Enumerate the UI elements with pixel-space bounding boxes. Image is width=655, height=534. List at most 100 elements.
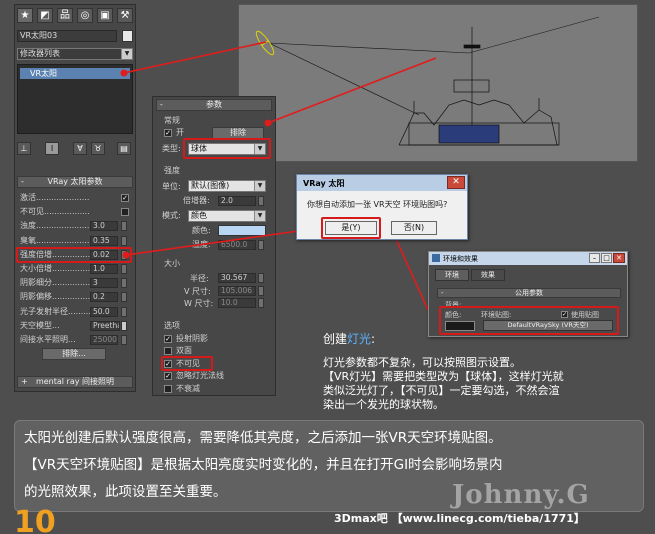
display-tab-icon[interactable]: ▣ xyxy=(97,8,113,23)
unit-dropdown[interactable]: 默认(图像) ▼ xyxy=(188,180,266,192)
sun-param-label: 不可见................... xyxy=(20,207,90,217)
radius-spinner[interactable]: 30.567 xyxy=(218,273,256,283)
mode-dropdown[interactable]: 颜色 ▼ xyxy=(188,210,266,222)
radius-spinner-arrows[interactable] xyxy=(258,273,264,283)
exclude-button[interactable]: 排除... xyxy=(42,348,106,360)
intensity-group-label: 强度 xyxy=(164,166,180,175)
viewport[interactable] xyxy=(238,4,638,162)
temperature-spinner[interactable]: 6500.0 xyxy=(218,240,256,250)
building-model xyxy=(398,27,560,146)
environment-dialog: 环境和效果 – □ ✕ 环境 效果 - 公用参数 背景: 颜色: 环境贴图: ✓… xyxy=(428,251,628,337)
caption-body: 灯光参数都不复杂，可以按照图示设置。 【VR灯光】需要把类型改为【球体】，这样灯… xyxy=(323,356,643,412)
light-option-checkbox[interactable]: ✓ xyxy=(164,372,172,381)
sun-param-checkbox[interactable]: ✓ xyxy=(121,194,129,202)
motion-tab-icon[interactable]: ◎ xyxy=(77,8,93,23)
object-color-swatch[interactable] xyxy=(122,30,133,42)
sun-param-spinner[interactable]: Preetham et xyxy=(90,320,120,331)
utilities-tab-icon[interactable]: ⚒ xyxy=(117,8,133,23)
unit-value: 默认(图像) xyxy=(191,181,230,190)
sun-param-label: 激活...................... xyxy=(20,193,90,202)
highlight-yes xyxy=(321,217,381,239)
maximize-icon[interactable]: □ xyxy=(601,253,612,263)
caption-line-4: 染出一个发光的球状物。 xyxy=(323,398,444,411)
stack-item-vray-sun[interactable]: VR太阳 xyxy=(20,68,130,79)
environment-dialog-title: 环境和效果 xyxy=(443,255,478,263)
sun-param-spinner-arrows[interactable] xyxy=(121,306,127,317)
expand-icon: + xyxy=(21,377,28,386)
make-unique-icon[interactable]: ∀ xyxy=(73,142,87,155)
sun-param-spinner[interactable]: 3 xyxy=(90,278,118,289)
close-icon[interactable]: ✕ xyxy=(613,253,625,263)
sun-param-label: 间接水平照明... xyxy=(20,335,76,344)
site-footer: 3Dmax吧 【www.linecg.com/tieba/1771】 xyxy=(334,512,585,525)
multiplier-spinner-arrows[interactable] xyxy=(258,196,264,206)
modify-tab-icon[interactable]: ◩ xyxy=(37,8,53,23)
sun-param-spinner[interactable]: 0.2 xyxy=(90,292,118,303)
sun-param-spinner-arrows[interactable] xyxy=(121,278,127,289)
modifier-list-dropdown[interactable]: 修改器列表 ▼ xyxy=(17,48,133,60)
no-button[interactable]: 否(N) xyxy=(391,221,437,235)
params-rollout-title: 参数 xyxy=(206,100,222,109)
modifier-stack[interactable]: VR太阳 xyxy=(17,64,133,134)
size-group-label: 大小 xyxy=(164,259,180,268)
sun-param-label: 大小倍增............... xyxy=(20,264,90,273)
chevron-down-icon: ▼ xyxy=(121,49,132,59)
general-group-label: 常规 xyxy=(164,116,180,125)
close-icon[interactable]: ✕ xyxy=(447,176,465,189)
light-color-swatch[interactable] xyxy=(218,225,266,236)
sun-param-checkbox[interactable] xyxy=(121,208,129,217)
light-option-checkbox[interactable] xyxy=(164,347,172,356)
minimize-icon[interactable]: – xyxy=(589,253,600,263)
sun-param-spinner-arrows[interactable] xyxy=(121,221,127,232)
sun-param-spinner-arrows[interactable] xyxy=(121,335,127,345)
sun-param-spinner-arrows[interactable] xyxy=(121,292,127,303)
configure-sets-icon[interactable]: ▤ xyxy=(117,142,131,155)
v-size-spinner-arrows[interactable] xyxy=(258,286,264,296)
pin-stack-icon[interactable]: ⊥ xyxy=(17,142,31,155)
sun-param-spinner[interactable]: 25000 xyxy=(90,335,118,345)
radius-label: 半径: xyxy=(190,274,209,283)
light-on-checkbox[interactable]: ✓ xyxy=(164,129,172,137)
vray-sun-dialog-message: 你想自动添加一张 VR天空 环境贴图吗? xyxy=(307,200,448,209)
collapse-icon: - xyxy=(21,177,24,186)
vray-sun-rollout-header[interactable]: - VRay 太阳参数 xyxy=(17,176,133,188)
sun-param-label: 光子发射半径.......... xyxy=(20,306,90,316)
mental-ray-rollout-header[interactable]: + mental ray 间接照明 xyxy=(17,376,133,388)
sun-param-spinner[interactable]: 3.0 xyxy=(90,221,118,232)
common-params-rollout-header[interactable]: - 公用参数 xyxy=(437,288,621,298)
tab-effects[interactable]: 效果 xyxy=(471,269,505,281)
create-tab-icon[interactable]: ★ xyxy=(17,8,33,23)
sun-param-spinner[interactable]: 1.0 xyxy=(90,264,118,274)
sun-param-label: 天空模型... xyxy=(20,320,60,330)
remove-modifier-icon[interactable]: ♉ xyxy=(91,142,105,155)
temperature-spinner-arrows[interactable] xyxy=(258,240,264,250)
environment-dialog-icon xyxy=(432,254,440,262)
hierarchy-tab-icon[interactable]: 品 xyxy=(57,8,73,23)
v-size-label: V 尺寸: xyxy=(184,287,211,296)
tab-environment[interactable]: 环境 xyxy=(435,269,469,281)
sun-param-spinner-arrows[interactable] xyxy=(121,264,127,274)
multiplier-spinner[interactable]: 2.0 xyxy=(218,196,256,206)
params-rollout-header[interactable]: - 参数 xyxy=(156,99,272,111)
w-size-spinner[interactable]: 10.0 xyxy=(218,298,256,308)
stack-tools: ⊥ I ∀ ♉ ▤ xyxy=(17,142,133,156)
watermark-logo: Johnny.G xyxy=(452,480,590,510)
vray-sun-dialog: VRay 太阳 ✕ 你想自动添加一张 VR天空 环境贴图吗? 是(Y) 否(N) xyxy=(296,174,468,240)
sun-param-spinner-arrows[interactable] xyxy=(121,320,127,331)
modifier-list-label: 修改器列表 xyxy=(20,49,60,58)
caption-line-1: 灯光参数都不复杂，可以按照图示设置。 xyxy=(323,356,521,369)
object-name-field[interactable]: VR太阳03 xyxy=(17,30,117,42)
options-group-label: 选项 xyxy=(164,321,180,330)
sun-param-spinner-arrows[interactable] xyxy=(121,235,127,246)
light-option-checkbox[interactable]: ✓ xyxy=(164,335,172,343)
v-size-spinner[interactable]: 105.006 xyxy=(218,286,256,296)
sun-param-label: 臭氧...................... xyxy=(20,235,90,245)
show-end-result-icon[interactable]: I xyxy=(45,142,59,155)
w-size-spinner-arrows[interactable] xyxy=(258,298,264,308)
vray-sun-dialog-titlebar: VRay 太阳 ✕ xyxy=(297,175,467,191)
light-option-checkbox[interactable] xyxy=(164,384,172,393)
sun-param-spinner[interactable]: 0.35 xyxy=(90,235,118,246)
sun-param-spinner[interactable]: 50.0 xyxy=(90,306,118,317)
sun-param-label: 浊度...................... xyxy=(20,221,90,231)
temperature-label: 温度: xyxy=(192,240,211,249)
